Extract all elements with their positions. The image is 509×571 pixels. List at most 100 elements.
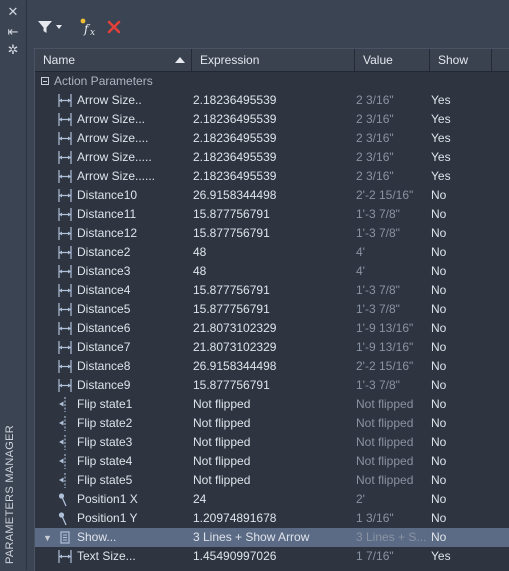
param-expression[interactable]: 2.18236495539 — [193, 167, 353, 186]
table-row[interactable]: Distance4 15.877756791 1'-3 7/8" No — [35, 281, 509, 300]
param-value[interactable]: Not flipped — [356, 395, 428, 414]
table-row[interactable]: ▼ Show... 3 Lines + Show Arrow 3 Lines + S.… — [35, 528, 509, 547]
param-show[interactable]: No — [431, 490, 491, 509]
param-value[interactable]: 2 3/16" — [356, 167, 428, 186]
param-expression[interactable]: 48 — [193, 262, 353, 281]
dropdown-arrow-icon[interactable]: ▼ — [43, 529, 52, 548]
param-show[interactable]: No — [431, 395, 491, 414]
param-value[interactable]: 2 3/16" — [356, 110, 428, 129]
param-value[interactable]: Not flipped — [356, 433, 428, 452]
column-header-name[interactable]: Name — [35, 49, 192, 71]
table-row[interactable]: Distance7 21.8073102329 1'-9 13/16" No — [35, 338, 509, 357]
table-row[interactable]: Distance11 15.877756791 1'-3 7/8" No — [35, 205, 509, 224]
param-show[interactable]: No — [431, 452, 491, 471]
param-expression[interactable]: 1.20974891678 — [193, 509, 353, 528]
param-show[interactable]: No — [431, 186, 491, 205]
param-expression[interactable]: 26.9158344498 — [193, 186, 353, 205]
param-expression[interactable]: 15.877756791 — [193, 300, 353, 319]
delete-button[interactable] — [106, 17, 122, 37]
param-show[interactable]: Yes — [431, 91, 491, 110]
column-header-show[interactable]: Show — [430, 49, 492, 71]
param-value[interactable]: 2 3/16" — [356, 148, 428, 167]
param-expression[interactable]: 15.877756791 — [193, 205, 353, 224]
param-value[interactable]: 2 3/16" — [356, 91, 428, 110]
param-expression[interactable]: 48 — [193, 243, 353, 262]
table-row[interactable]: Arrow Size.. 2.18236495539 2 3/16" Yes — [35, 91, 509, 110]
param-show[interactable]: No — [431, 509, 491, 528]
param-expression[interactable]: Not flipped — [193, 471, 353, 490]
param-value[interactable]: 1 3/16" — [356, 509, 428, 528]
param-value[interactable]: 2 3/16" — [356, 129, 428, 148]
param-show[interactable]: No — [431, 471, 491, 490]
param-expression[interactable]: Not flipped — [193, 395, 353, 414]
autohide-icon[interactable]: ⇤ — [5, 24, 21, 40]
param-expression[interactable]: 15.877756791 — [193, 376, 353, 395]
param-expression[interactable]: 21.8073102329 — [193, 338, 353, 357]
table-row[interactable]: Distance10 26.9158344498 2'-2 15/16" No — [35, 186, 509, 205]
param-show[interactable]: No — [431, 528, 491, 547]
param-value[interactable]: 1'-9 13/16" — [356, 319, 428, 338]
param-expression[interactable]: 24 — [193, 490, 353, 509]
table-row[interactable]: Distance8 26.9158344498 2'-2 15/16" No — [35, 357, 509, 376]
new-parameter-button[interactable]: f x — [79, 17, 99, 37]
param-value[interactable]: 1'-3 7/8" — [356, 224, 428, 243]
param-value[interactable]: 1'-3 7/8" — [356, 281, 428, 300]
table-row[interactable]: Distance5 15.877756791 1'-3 7/8" No — [35, 300, 509, 319]
param-expression[interactable]: 21.8073102329 — [193, 319, 353, 338]
table-row[interactable]: Distance3 48 4' No — [35, 262, 509, 281]
table-row[interactable]: Arrow Size.... 2.18236495539 2 3/16" Yes — [35, 129, 509, 148]
table-row[interactable]: Distance9 15.877756791 1'-3 7/8" No — [35, 376, 509, 395]
param-show[interactable]: No — [431, 224, 491, 243]
param-show[interactable]: No — [431, 243, 491, 262]
param-value[interactable]: 1'-3 7/8" — [356, 205, 428, 224]
param-expression[interactable]: 26.9158344498 — [193, 357, 353, 376]
param-show[interactable]: No — [431, 319, 491, 338]
param-show[interactable]: No — [431, 262, 491, 281]
param-value[interactable]: 3 Lines + S... — [356, 528, 428, 547]
param-value[interactable]: 2'-2 15/16" — [356, 186, 428, 205]
table-row[interactable]: Distance2 48 4' No — [35, 243, 509, 262]
param-value[interactable]: Not flipped — [356, 452, 428, 471]
table-row[interactable]: Position1 X 24 2' No — [35, 490, 509, 509]
properties-icon[interactable]: ✲ — [5, 42, 21, 58]
param-show[interactable]: Yes — [431, 167, 491, 186]
table-row[interactable]: Arrow Size... 2.18236495539 2 3/16" Yes — [35, 110, 509, 129]
param-expression[interactable]: 2.18236495539 — [193, 91, 353, 110]
param-show[interactable]: No — [431, 433, 491, 452]
param-value[interactable]: 1'-9 13/16" — [356, 338, 428, 357]
param-show[interactable]: Yes — [431, 110, 491, 129]
param-value[interactable]: Not flipped — [356, 471, 428, 490]
param-show[interactable]: Yes — [431, 547, 491, 566]
param-value[interactable]: 4' — [356, 262, 428, 281]
table-row[interactable]: Flip state5 Not flipped Not flipped No — [35, 471, 509, 490]
param-expression[interactable]: 2.18236495539 — [193, 148, 353, 167]
param-value[interactable]: 1'-3 7/8" — [356, 300, 428, 319]
param-show[interactable]: No — [431, 300, 491, 319]
param-show[interactable]: No — [431, 205, 491, 224]
param-value[interactable]: 2'-2 15/16" — [356, 357, 428, 376]
param-expression[interactable]: Not flipped — [193, 433, 353, 452]
param-expression[interactable]: 1.45490997026 — [193, 547, 353, 566]
table-row[interactable]: Flip state3 Not flipped Not flipped No — [35, 433, 509, 452]
filter-button[interactable] — [37, 17, 63, 37]
column-header-value[interactable]: Value — [355, 49, 430, 71]
param-show[interactable]: No — [431, 376, 491, 395]
param-expression[interactable]: 2.18236495539 — [193, 129, 353, 148]
param-value[interactable]: Not flipped — [356, 414, 428, 433]
param-value[interactable]: 1'-3 7/8" — [356, 376, 428, 395]
param-value[interactable]: 1 7/16" — [356, 547, 428, 566]
param-expression[interactable]: 3 Lines + Show Arrow — [193, 528, 353, 547]
param-show[interactable]: Yes — [431, 129, 491, 148]
param-expression[interactable]: 2.18236495539 — [193, 110, 353, 129]
param-expression[interactable]: Not flipped — [193, 414, 353, 433]
param-expression[interactable]: 15.877756791 — [193, 224, 353, 243]
param-value[interactable]: 2' — [356, 490, 428, 509]
table-row[interactable]: Position1 Y 1.20974891678 1 3/16" No — [35, 509, 509, 528]
table-row[interactable]: Distance12 15.877756791 1'-3 7/8" No — [35, 224, 509, 243]
table-row[interactable]: Distance6 21.8073102329 1'-9 13/16" No — [35, 319, 509, 338]
param-expression[interactable]: Not flipped — [193, 452, 353, 471]
param-value[interactable]: 4' — [356, 243, 428, 262]
close-icon[interactable]: ✕ — [5, 4, 21, 20]
collapse-toggle-icon[interactable] — [41, 77, 49, 85]
table-row[interactable]: Text Size... 1.45490997026 1 7/16" Yes — [35, 547, 509, 566]
